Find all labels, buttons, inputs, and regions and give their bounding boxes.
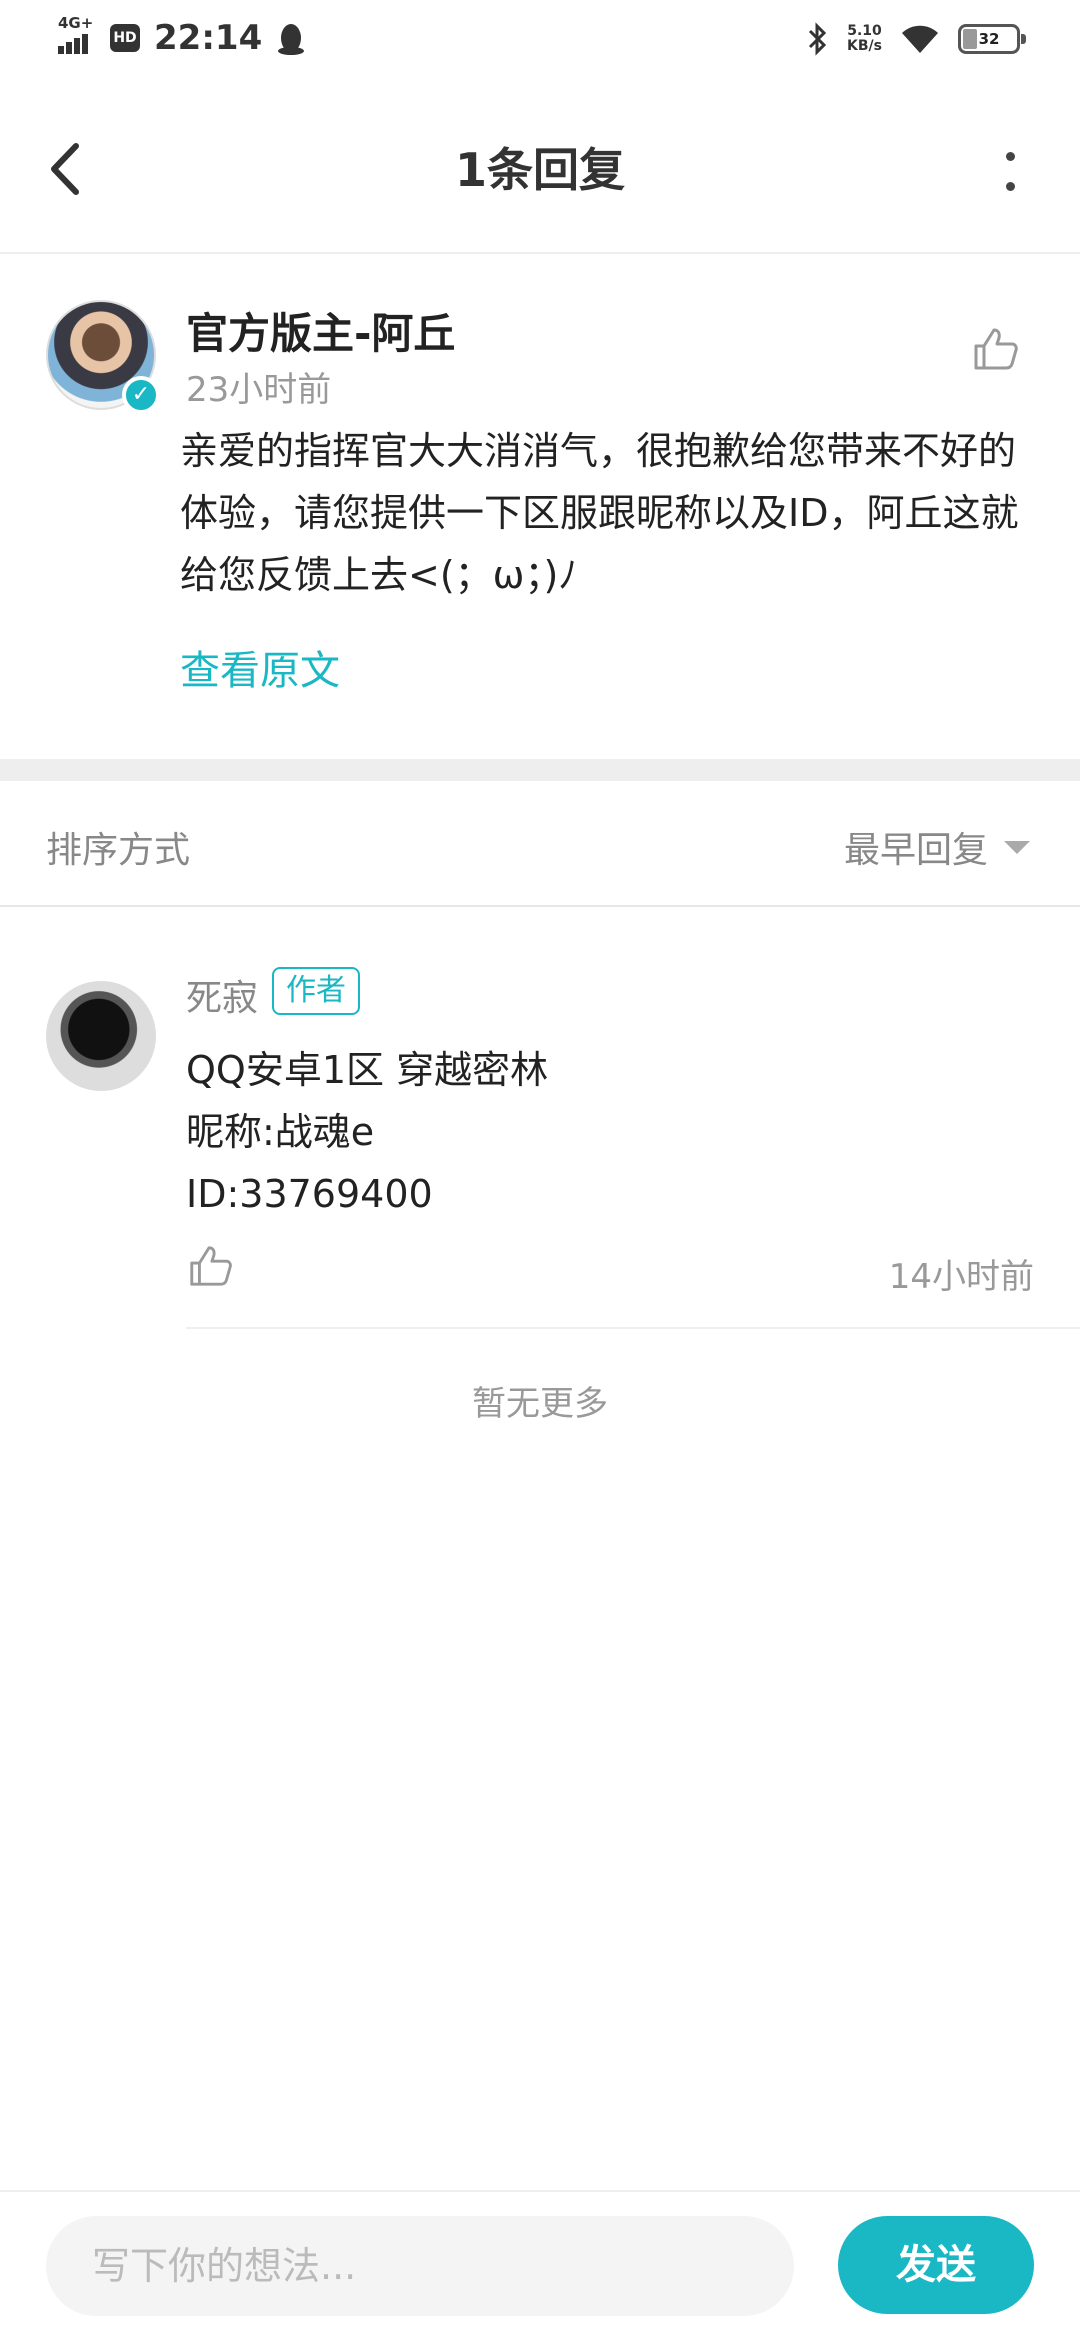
sort-dropdown[interactable]: 最早回复	[844, 821, 1030, 873]
sort-bar: 排序方式 最早回复	[0, 781, 1080, 907]
bluetooth-icon	[808, 22, 827, 56]
original-comment: ✓ 官方版主-阿丘 23小时前 亲爱的指挥官大大消消气，很抱歉给您带来不好的体验…	[0, 254, 1080, 759]
more-dot-icon	[1006, 152, 1015, 161]
status-bar: 4G+ HD 22:14 5.10 KB/s 32	[0, 0, 1080, 84]
avatar[interactable]: ✓	[46, 300, 160, 414]
page-title: 1条回复	[454, 143, 625, 197]
reply-author-name[interactable]: 死寂	[186, 969, 258, 1021]
clock: 22:14	[154, 18, 263, 58]
sort-label: 排序方式	[46, 830, 191, 871]
comment-input[interactable]	[46, 2216, 794, 2316]
qq-penguin-icon	[278, 24, 305, 55]
comment-composer: 发送	[0, 2190, 1080, 2340]
reply-content: QQ安卓1区 穿越密林 昵称:战魂e ID:33769400	[186, 1048, 549, 1216]
no-more-text: 暂无更多	[472, 1384, 608, 1424]
author-name[interactable]: 官方版主-阿丘	[186, 300, 455, 361]
cellular-signal-icon: 4G+	[56, 14, 96, 58]
section-divider	[0, 759, 1080, 781]
network-speed: 5.10 KB/s	[847, 23, 882, 54]
hd-icon: HD	[110, 24, 140, 52]
more-dot-icon	[1006, 182, 1015, 191]
post-timestamp: 23小时前	[186, 370, 332, 410]
battery-icon: 32	[958, 24, 1026, 54]
avatar[interactable]	[46, 981, 156, 1091]
caret-down-icon	[1004, 840, 1030, 854]
send-button[interactable]: 发送	[838, 2216, 1034, 2314]
view-original-link[interactable]: 查看原文	[180, 638, 340, 696]
verified-check-icon: ✓	[122, 376, 160, 414]
title-bar: 1条回复	[0, 84, 1080, 254]
thumbs-up-icon	[190, 1246, 232, 1286]
author-badge: 作者	[272, 967, 360, 1015]
reply-detail-page: 4G+ HD 22:14 5.10 KB/s 32 1条回复 ✓ 官方版主-阿丘…	[0, 0, 1080, 2340]
reply-divider	[186, 1327, 1080, 1329]
reply-timestamp: 14小时前	[888, 1257, 1034, 1297]
wifi-icon	[902, 25, 938, 53]
post-content: 亲爱的指挥官大大消消气，很抱歉给您带来不好的体验，请您提供一下区服跟昵称以及ID…	[180, 429, 1019, 597]
thumbs-up-icon	[974, 328, 1018, 370]
like-button[interactable]	[970, 324, 1020, 374]
reply-item: 死寂 作者 QQ安卓1区 穿越密林 昵称:战魂e ID:33769400 14小…	[0, 909, 1080, 1329]
more-options-button[interactable]	[980, 134, 1040, 204]
reply-like-button[interactable]	[186, 1242, 234, 1290]
